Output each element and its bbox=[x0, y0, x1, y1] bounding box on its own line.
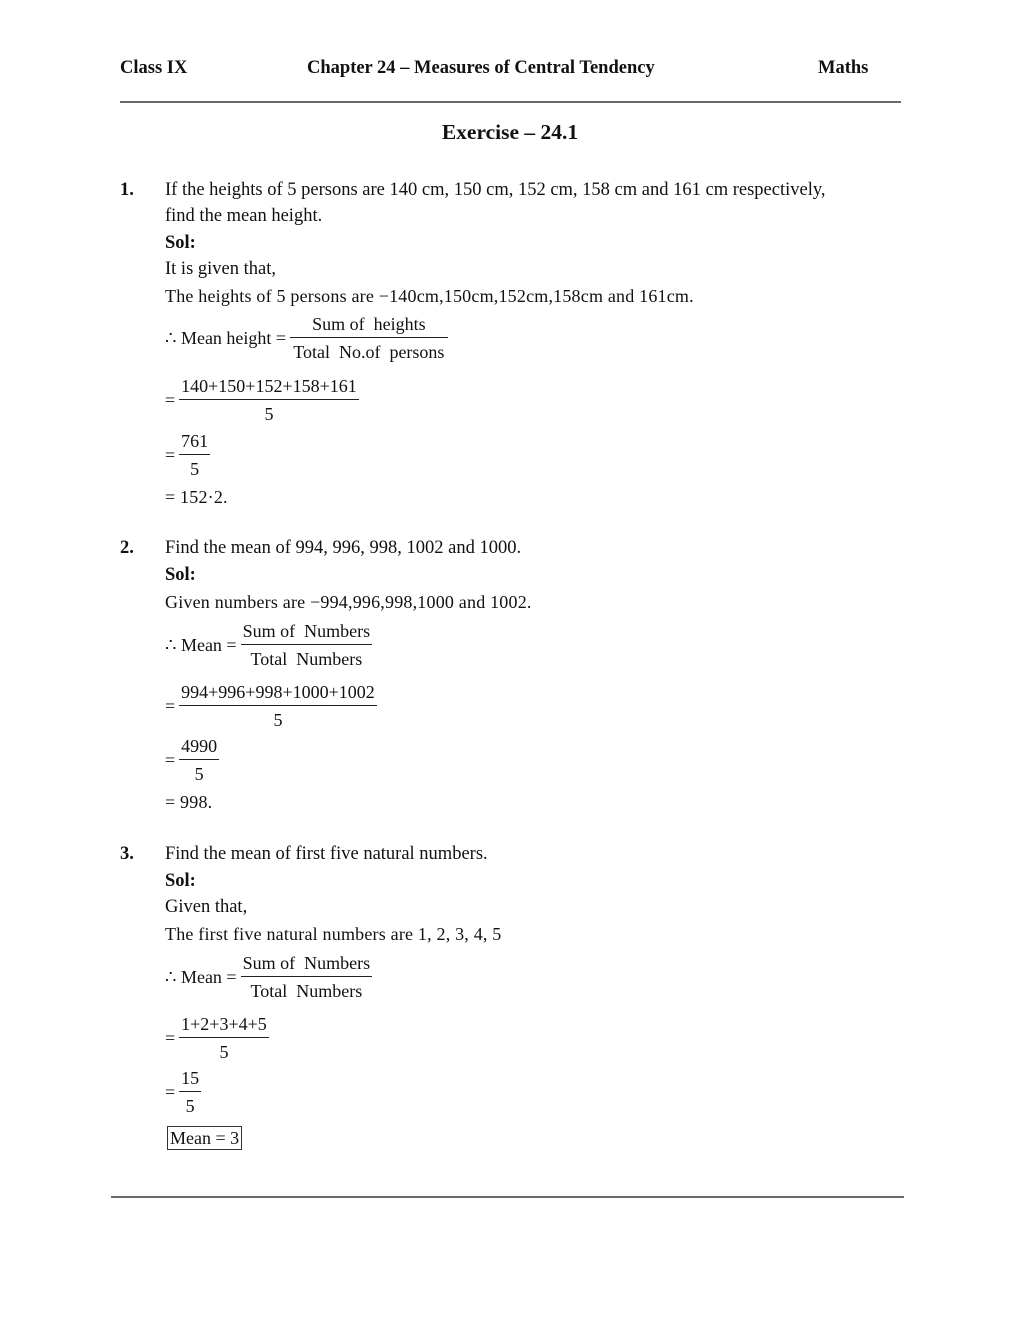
formula-lhs: ∴ Mean height = bbox=[165, 327, 287, 348]
question-text-continued: find the mean height. bbox=[165, 206, 323, 226]
given-values: The heights of 5 persons are −140cm,150c… bbox=[165, 286, 694, 306]
fraction-denominator: 5 bbox=[185, 1096, 195, 1116]
fraction-denominator: Total Numbers bbox=[250, 981, 363, 1001]
question-number: 1. bbox=[120, 180, 134, 200]
boxed-result: Mean = 3 bbox=[167, 1126, 243, 1150]
given-text: Given that, bbox=[165, 897, 248, 917]
fraction-numerator: Sum of Numbers bbox=[240, 953, 373, 977]
question-text: Find the mean of first five natural numb… bbox=[165, 844, 488, 864]
result: = 998. bbox=[165, 792, 213, 812]
step-row: = 761 5 bbox=[165, 431, 211, 479]
fraction-numerator: 15 bbox=[179, 1068, 202, 1092]
equals-sign: = bbox=[165, 444, 176, 465]
header-divider bbox=[120, 101, 901, 103]
fraction-numerator: 4990 bbox=[179, 736, 220, 760]
solution-label: Sol: bbox=[165, 233, 196, 253]
question-text: Find the mean of 994, 996, 998, 1002 and… bbox=[165, 538, 522, 558]
step-fraction: 761 5 bbox=[179, 431, 211, 479]
formula-fraction: Sum of Numbers Total Numbers bbox=[240, 953, 373, 1001]
equals-sign: = bbox=[165, 695, 176, 716]
step-fraction: 1+2+3+4+5 5 bbox=[179, 1014, 269, 1062]
formula-fraction: Sum of Numbers Total Numbers bbox=[240, 621, 373, 669]
fraction-numerator: 1+2+3+4+5 bbox=[179, 1014, 269, 1038]
fraction-denominator: 5 bbox=[273, 710, 283, 730]
step-fraction: 140+150+152+158+161 5 bbox=[179, 376, 359, 424]
given-values: The first five natural numbers are 1, 2,… bbox=[165, 924, 502, 944]
fraction-denominator: 5 bbox=[264, 404, 274, 424]
fraction-denominator: 5 bbox=[219, 1042, 229, 1062]
page-header: Class IX Chapter 24 – Measures of Centra… bbox=[120, 58, 900, 86]
header-chapter: Chapter 24 – Measures of Central Tendenc… bbox=[307, 58, 655, 78]
solution-label: Sol: bbox=[165, 565, 196, 585]
equals-sign: = bbox=[165, 749, 176, 770]
fraction-denominator: 5 bbox=[194, 764, 204, 784]
step-row: = 994+996+998+1000+1002 5 bbox=[165, 682, 377, 730]
fraction-denominator: Total No.of persons bbox=[293, 342, 445, 362]
given-values: Given numbers are −994,996,998,1000 and … bbox=[165, 592, 532, 612]
formula-row: ∴ Mean = Sum of Numbers Total Numbers bbox=[165, 953, 373, 1001]
formula-lhs: ∴ Mean = bbox=[165, 634, 237, 655]
formula-row: ∴ Mean = Sum of Numbers Total Numbers bbox=[165, 621, 373, 669]
formula-lhs: ∴ Mean = bbox=[165, 966, 237, 987]
header-subject: Maths bbox=[818, 58, 869, 78]
question-text: If the heights of 5 persons are 140 cm, … bbox=[165, 180, 826, 200]
equals-sign: = bbox=[165, 389, 176, 410]
step-fraction: 994+996+998+1000+1002 5 bbox=[179, 682, 377, 730]
step-row: = 140+150+152+158+161 5 bbox=[165, 376, 359, 424]
fraction-numerator: 761 bbox=[179, 431, 211, 455]
footer-divider bbox=[111, 1196, 904, 1198]
formula-fraction: Sum of heights Total No.of persons bbox=[290, 314, 448, 362]
step-fraction: 4990 5 bbox=[179, 736, 220, 784]
fraction-numerator: Sum of Numbers bbox=[240, 621, 373, 645]
formula-row: ∴ Mean height = Sum of heights Total No.… bbox=[165, 314, 448, 362]
header-class: Class IX bbox=[120, 58, 188, 78]
question-number: 2. bbox=[120, 538, 134, 558]
fraction-denominator: Total Numbers bbox=[250, 649, 363, 669]
fraction-numerator: 994+996+998+1000+1002 bbox=[179, 682, 377, 706]
question-number: 3. bbox=[120, 844, 134, 864]
exercise-title: Exercise – 24.1 bbox=[0, 120, 1020, 145]
exercise-title-text: Exercise – 24.1 bbox=[441, 120, 579, 144]
fraction-numerator: Sum of heights bbox=[290, 314, 448, 338]
step-row: = 15 5 bbox=[165, 1068, 202, 1116]
step-row: = 1+2+3+4+5 5 bbox=[165, 1014, 269, 1062]
result: = 152·2. bbox=[165, 487, 228, 507]
solution-label: Sol: bbox=[165, 871, 196, 891]
equals-sign: = bbox=[165, 1027, 176, 1048]
given-text: It is given that, bbox=[165, 259, 276, 279]
equals-sign: = bbox=[165, 1081, 176, 1102]
step-fraction: 15 5 bbox=[179, 1068, 202, 1116]
step-row: = 4990 5 bbox=[165, 736, 220, 784]
fraction-numerator: 140+150+152+158+161 bbox=[179, 376, 359, 400]
fraction-denominator: 5 bbox=[190, 459, 200, 479]
